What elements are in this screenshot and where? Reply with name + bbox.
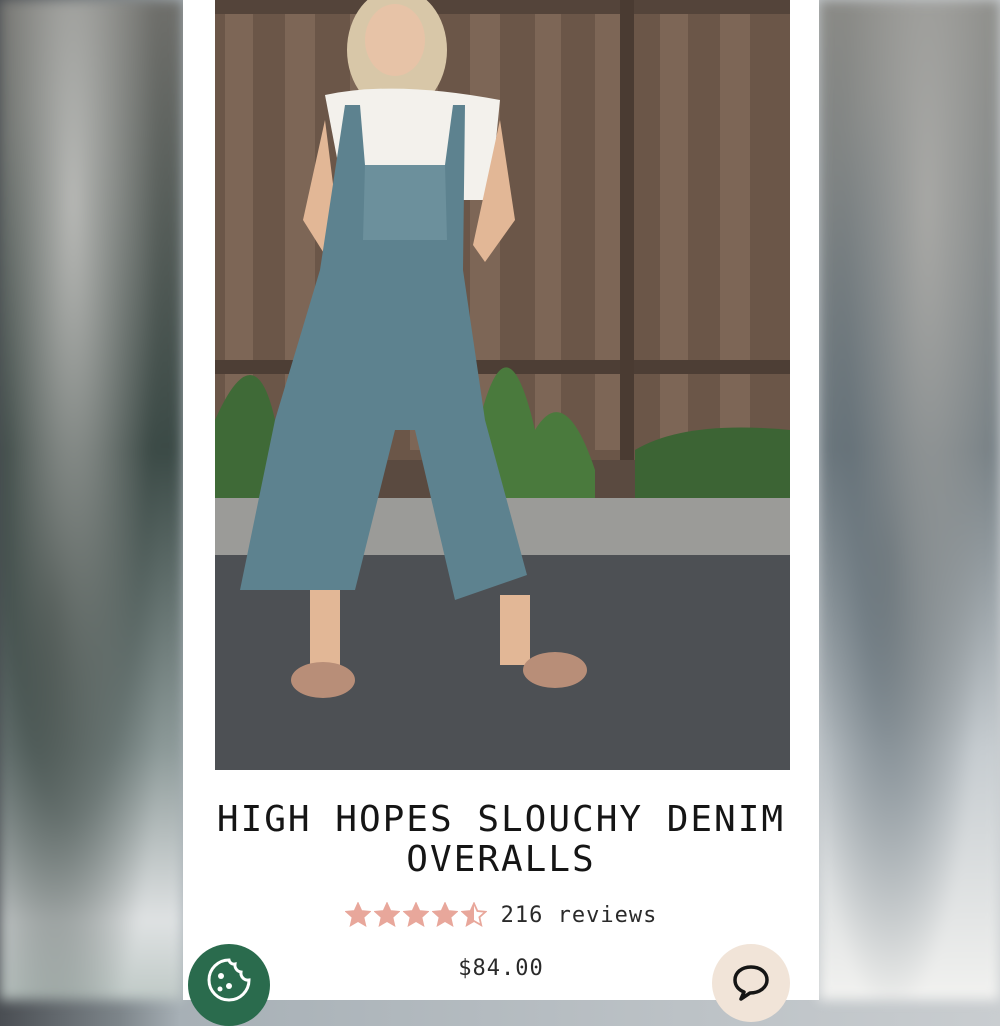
star-icon [344,902,371,928]
chat-button[interactable] [712,944,790,1022]
blurred-background-left [0,0,183,1000]
star-icon [373,902,400,928]
product-photo[interactable] [215,0,790,770]
product-rating[interactable]: 216 reviews [183,902,819,928]
chat-bubble-icon [733,965,769,1001]
reviews-count[interactable]: 216 reviews [501,903,658,928]
star-icon [402,902,429,928]
star-icon [431,902,458,928]
product-title: HIGH HOPES SLOUCHY DENIM OVERALLS [216,799,786,880]
blurred-background-right [819,0,1000,1000]
product-card: HIGH HOPES SLOUCHY DENIM OVERALLS 216 re… [183,0,819,1000]
cookie-icon [207,958,251,1002]
rating-stars [344,902,487,928]
product-photo-illustration [215,0,790,770]
cookie-preferences-button[interactable] [188,944,270,1026]
star-icon [460,902,487,928]
